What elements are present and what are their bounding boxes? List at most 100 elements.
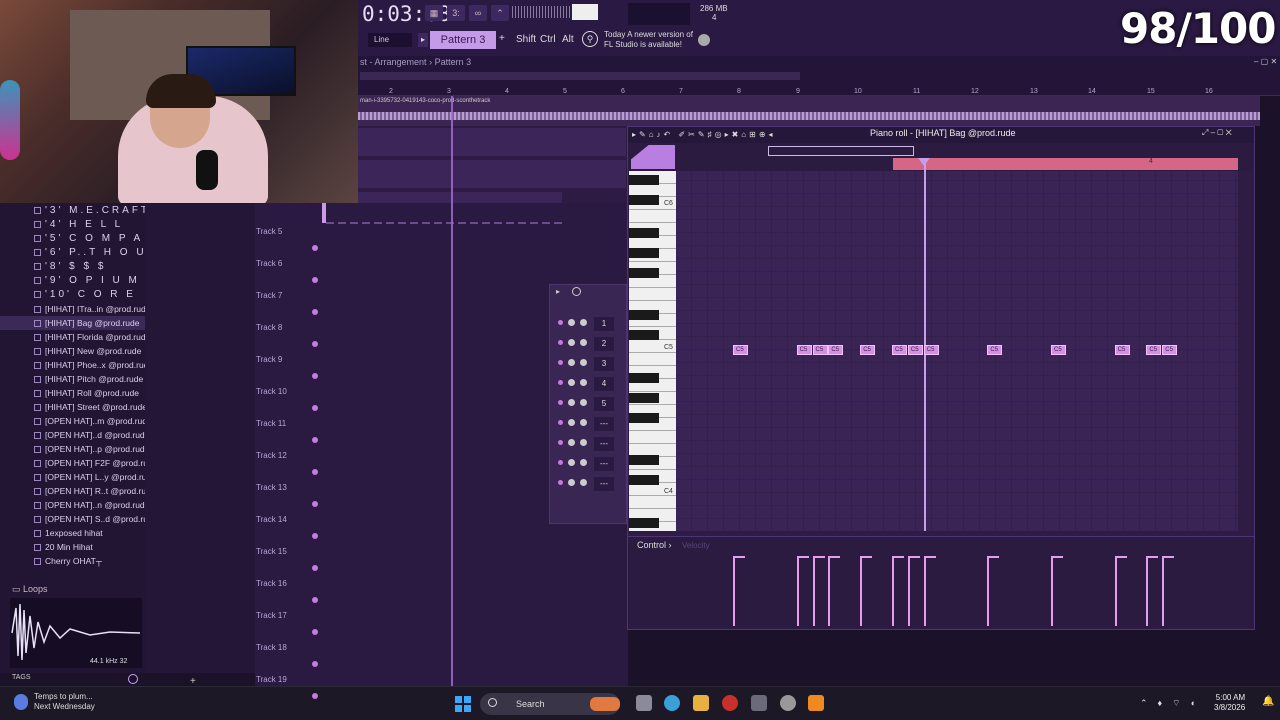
note[interactable]: C5 bbox=[733, 345, 748, 355]
pattern-selector[interactable]: Pattern 3 bbox=[430, 31, 496, 49]
track-mute-dot[interactable] bbox=[312, 277, 318, 283]
track-mute-dot[interactable] bbox=[312, 341, 318, 347]
track-mute-dot[interactable] bbox=[312, 373, 318, 379]
channel-number[interactable]: --- bbox=[594, 437, 614, 451]
ctrl-button[interactable]: Ctrl bbox=[538, 31, 558, 49]
weather-icon[interactable] bbox=[14, 694, 28, 710]
black-key[interactable] bbox=[629, 413, 659, 423]
browser-item[interactable]: '9' O P I U M bbox=[0, 274, 145, 288]
browser-item[interactable]: [HIHAT] Bag @prod.rude bbox=[0, 316, 145, 330]
track-name[interactable]: Track 10 bbox=[256, 387, 287, 396]
browser-item[interactable]: [OPEN HAT] L..y @prod.rude bbox=[0, 470, 145, 484]
step-icon[interactable]: 3: bbox=[447, 5, 465, 21]
tray-icons[interactable]: ⌃♦⌔◐ bbox=[1140, 698, 1206, 709]
track-mute-dot[interactable] bbox=[312, 629, 318, 635]
loops-folder[interactable]: ▭ Loops bbox=[12, 584, 48, 595]
task-view-icon[interactable] bbox=[636, 695, 652, 711]
browser-item[interactable]: [OPEN HAT] S..d @prod.rude bbox=[0, 512, 145, 526]
browser-item[interactable]: [OPEN HAT]..d @prod.rude bbox=[0, 428, 145, 442]
browser-item[interactable]: '5' C O M P A C T bbox=[0, 232, 145, 246]
clock[interactable]: 5:00 AM 3/8/2026 bbox=[1214, 693, 1245, 713]
black-key[interactable] bbox=[629, 518, 659, 528]
shift-button[interactable]: Shift bbox=[514, 31, 539, 49]
track-name[interactable]: Track 17 bbox=[256, 611, 287, 620]
browser-item[interactable]: [OPEN HAT] R..t @prod.rude bbox=[0, 484, 145, 498]
channel-led[interactable] bbox=[558, 320, 563, 325]
channel-led[interactable] bbox=[558, 460, 563, 465]
track-name[interactable]: Track 11 bbox=[256, 419, 286, 428]
track-mute-dot[interactable] bbox=[312, 501, 318, 507]
note[interactable]: C5 bbox=[860, 345, 876, 355]
playhead[interactable] bbox=[451, 96, 453, 686]
track-mute-dot[interactable] bbox=[312, 533, 318, 539]
channel-number[interactable]: 1 bbox=[594, 317, 614, 331]
update-icon[interactable] bbox=[698, 34, 710, 46]
note[interactable]: C5 bbox=[923, 345, 939, 355]
volume-knob[interactable] bbox=[580, 359, 587, 366]
velocity-bar[interactable] bbox=[907, 556, 910, 626]
pan-knob[interactable] bbox=[568, 459, 575, 466]
black-key[interactable] bbox=[629, 475, 659, 485]
note[interactable]: C5 bbox=[1162, 345, 1178, 355]
track-mute-dot[interactable] bbox=[312, 469, 318, 475]
note[interactable]: C5 bbox=[1051, 345, 1066, 355]
loop-icon[interactable]: ∞ bbox=[469, 5, 487, 21]
track-mute-dot[interactable] bbox=[312, 661, 318, 667]
track-mute-dot[interactable] bbox=[312, 405, 318, 411]
velocity-bar[interactable] bbox=[796, 556, 799, 626]
browser-item[interactable]: 20 Min Hihat bbox=[0, 540, 145, 554]
rack-settings-icon[interactable] bbox=[572, 287, 581, 296]
horizontal-scrollbar[interactable] bbox=[360, 72, 800, 80]
browser-item[interactable]: [HIHAT] Phoe..x @prod.rude bbox=[0, 358, 145, 372]
track-mute-dot[interactable] bbox=[312, 565, 318, 571]
pattern-bar[interactable]: 4 bbox=[893, 158, 1238, 170]
channel-led[interactable] bbox=[558, 440, 563, 445]
channel-number[interactable]: 3 bbox=[594, 357, 614, 371]
volume-knob[interactable] bbox=[580, 379, 587, 386]
channel-led[interactable] bbox=[558, 360, 563, 365]
scroll-window[interactable] bbox=[768, 146, 914, 156]
velocity-bar[interactable] bbox=[1114, 556, 1117, 626]
track-name[interactable]: Track 5 bbox=[256, 227, 282, 236]
volume-knob[interactable] bbox=[580, 439, 587, 446]
black-key[interactable] bbox=[629, 268, 659, 278]
track-mute-dot[interactable] bbox=[312, 245, 318, 251]
channel-number[interactable]: --- bbox=[594, 417, 614, 431]
track-mute-dot[interactable] bbox=[312, 437, 318, 443]
velocity-bar[interactable] bbox=[1162, 556, 1165, 626]
browser-item[interactable]: '4' H E L L bbox=[0, 218, 145, 232]
browser-item[interactable]: [HIHAT] Florida @prod.rude bbox=[0, 330, 145, 344]
breadcrumb-arrangement[interactable]: Arrangement bbox=[375, 57, 427, 67]
play-arrow-icon[interactable]: ▸ bbox=[418, 33, 428, 47]
pan-knob[interactable] bbox=[568, 439, 575, 446]
track-name[interactable]: Track 14 bbox=[256, 515, 287, 524]
black-key[interactable] bbox=[629, 455, 659, 465]
track-name[interactable]: Track 12 bbox=[256, 451, 287, 460]
volume-knob[interactable] bbox=[580, 459, 587, 466]
pan-knob[interactable] bbox=[568, 419, 575, 426]
note[interactable]: C5 bbox=[796, 345, 812, 355]
black-key[interactable] bbox=[629, 373, 659, 383]
velocity-bar[interactable] bbox=[860, 556, 863, 626]
channel-number[interactable]: 2 bbox=[594, 337, 614, 351]
pan-knob[interactable] bbox=[568, 359, 575, 366]
note[interactable]: C5 bbox=[1146, 345, 1162, 355]
audio-clip[interactable]: man-i-3395732-0419143-coco-prod-sconthet… bbox=[358, 96, 1260, 126]
velocity-bar[interactable] bbox=[892, 556, 894, 626]
fl-studio-icon[interactable] bbox=[808, 695, 824, 711]
copilot-icon[interactable] bbox=[664, 695, 680, 711]
pan-knob[interactable] bbox=[568, 479, 575, 486]
browser-item[interactable]: [OPEN HAT]..m @prod.rude bbox=[0, 414, 145, 428]
pan-knob[interactable] bbox=[568, 319, 575, 326]
browser-item[interactable]: [OPEN HAT] F2F @prod.rude bbox=[0, 456, 145, 470]
velocity-bar[interactable] bbox=[1146, 556, 1149, 626]
channel-number[interactable]: 5 bbox=[594, 397, 614, 411]
track-name[interactable]: Track 18 bbox=[256, 643, 287, 652]
track-name[interactable]: Track 8 bbox=[256, 323, 282, 332]
note[interactable]: C5 bbox=[907, 345, 923, 355]
volume-knob[interactable] bbox=[580, 479, 587, 486]
black-key[interactable] bbox=[629, 248, 659, 258]
track-name[interactable]: Track 19 bbox=[256, 675, 287, 684]
pan-knob[interactable] bbox=[568, 339, 575, 346]
black-key[interactable] bbox=[629, 393, 659, 403]
